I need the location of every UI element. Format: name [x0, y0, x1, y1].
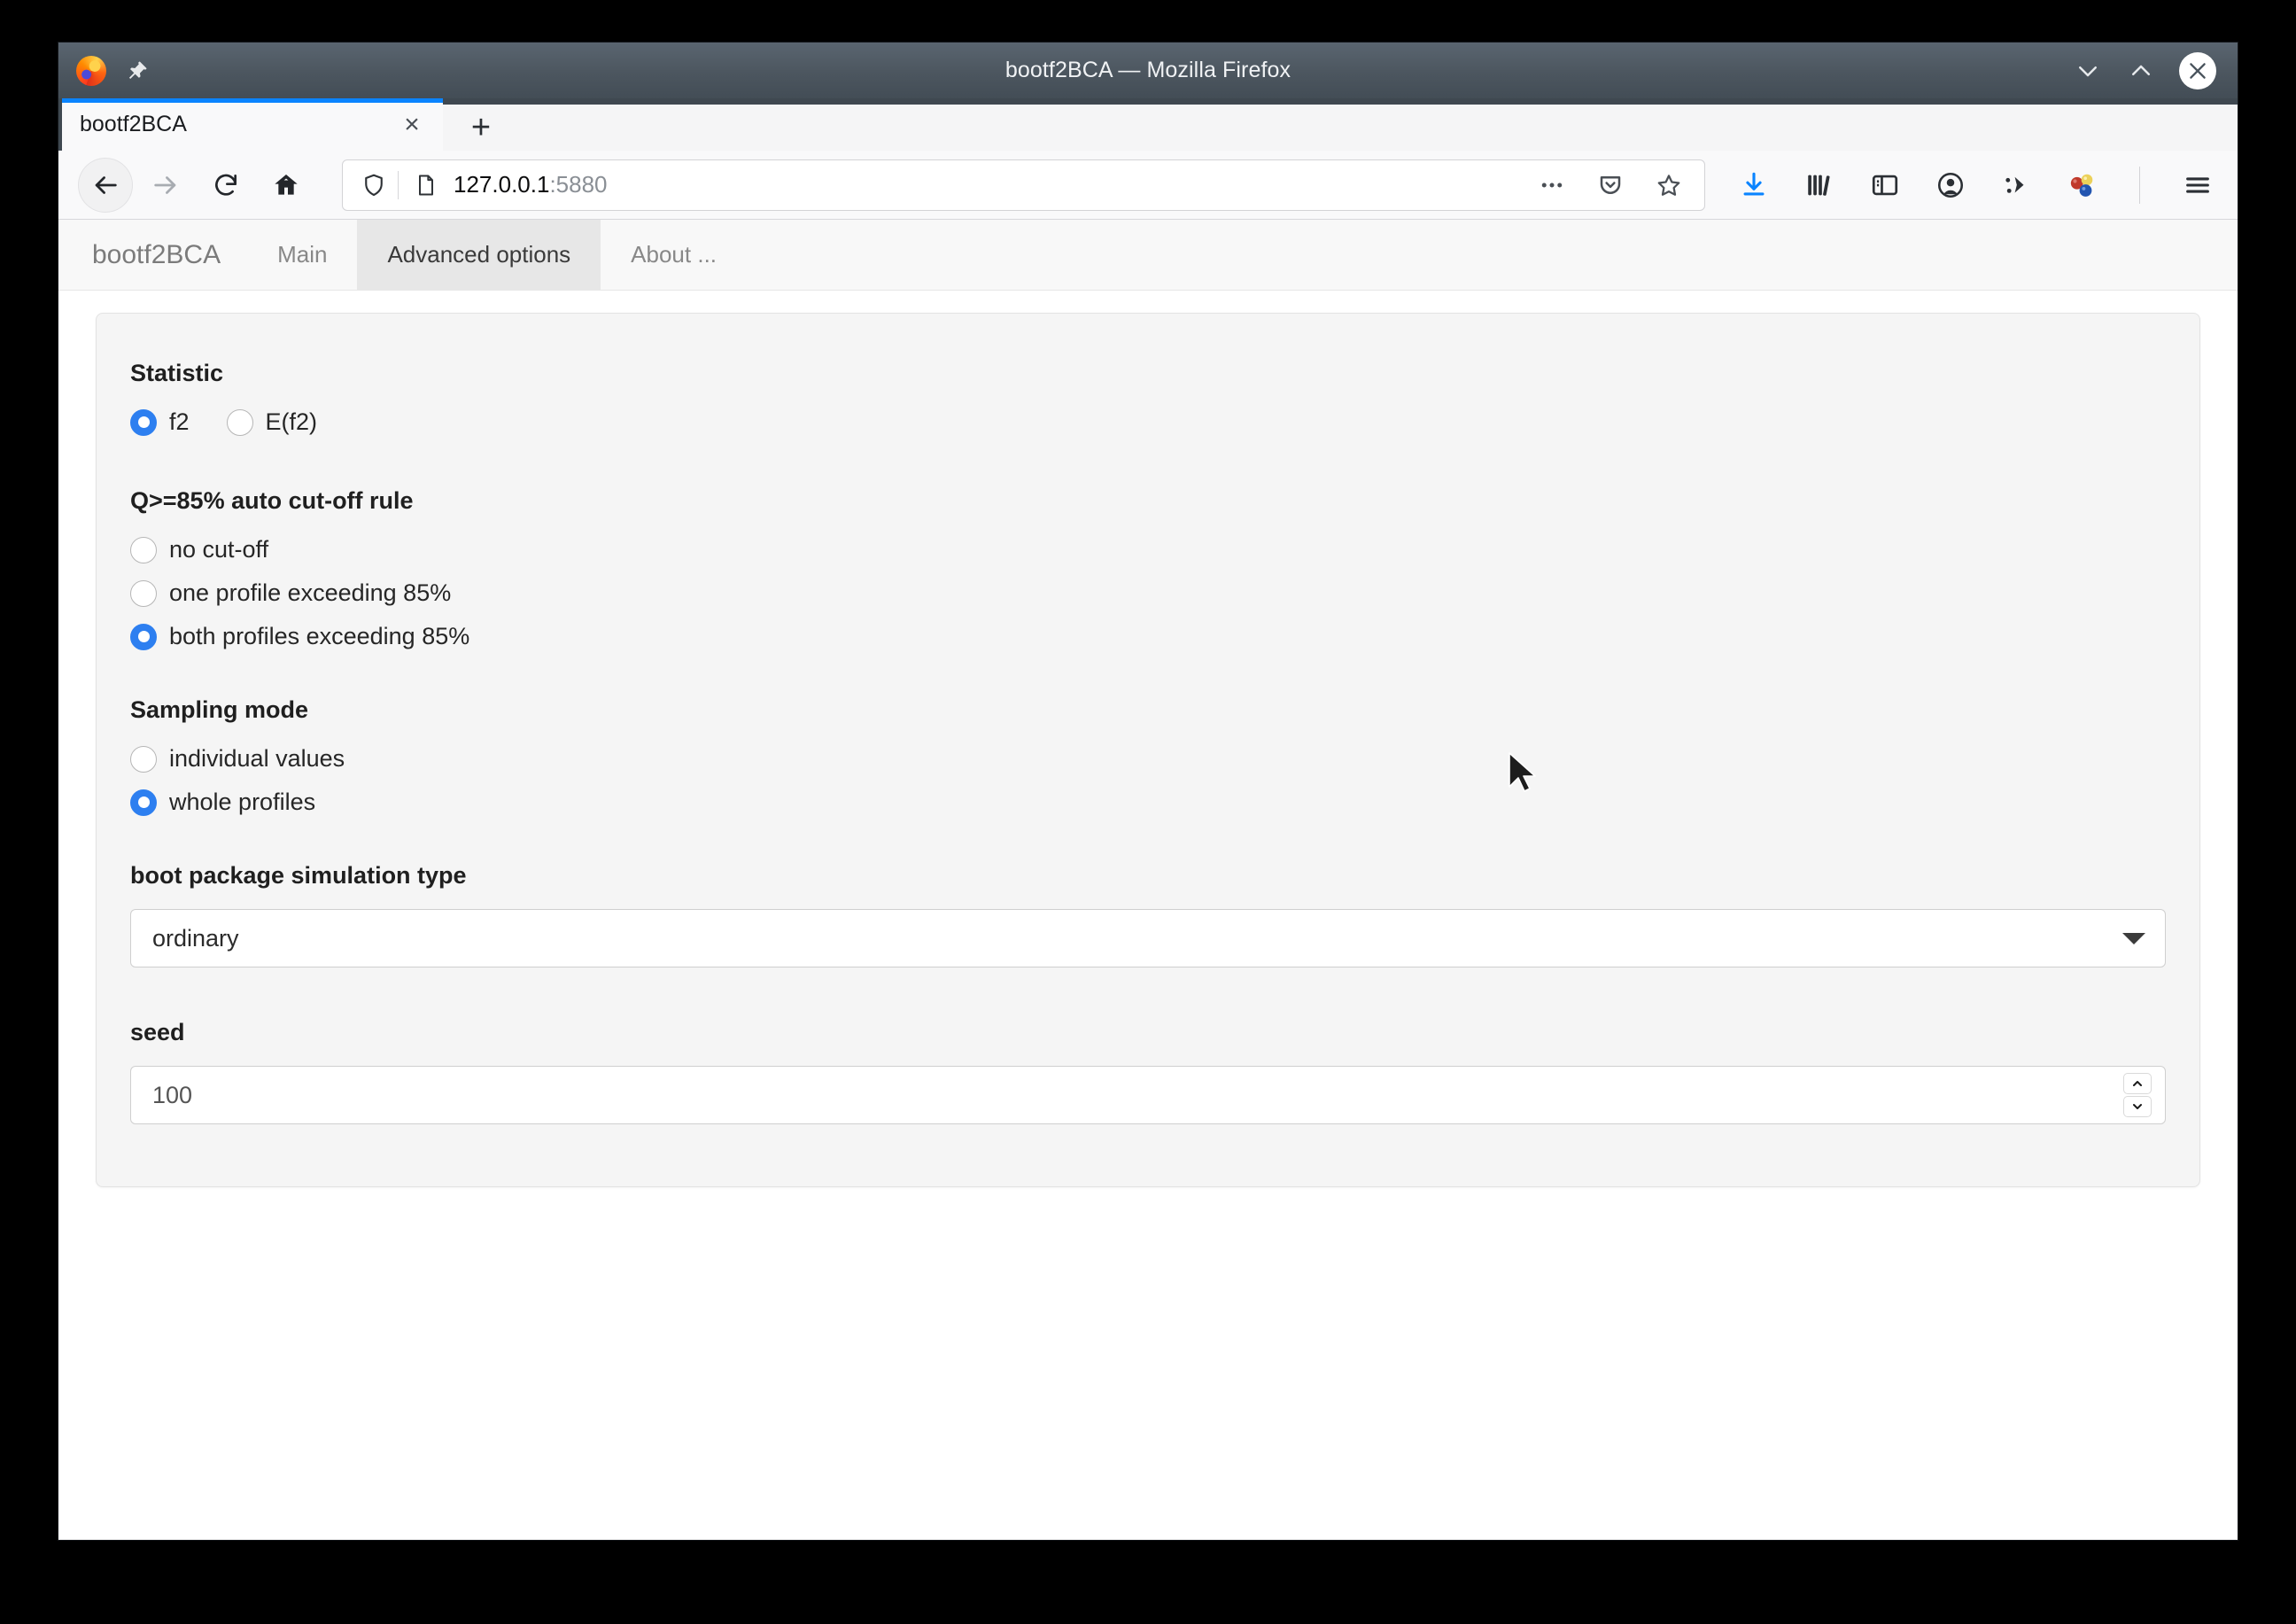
simulation-type-section: boot package simulation type ordinary — [130, 862, 2166, 967]
simulation-type-label: boot package simulation type — [130, 862, 467, 889]
tab-advanced-options[interactable]: Advanced options — [357, 220, 601, 290]
browser-tab-title: bootf2BCA — [80, 112, 187, 136]
home-icon[interactable] — [259, 158, 314, 213]
url-bar[interactable]: 127.0.0.1:5880 — [342, 159, 1705, 211]
tab-strip: bootf2BCA × + — [58, 98, 2238, 151]
statistic-radio-group: f2 E(f2) — [130, 408, 2166, 436]
sampling-mode-heading: Sampling mode — [130, 696, 309, 723]
url-host: 127.0.0.1 — [454, 171, 550, 198]
account-icon[interactable] — [1930, 165, 1971, 206]
cutoff-option-both-profiles[interactable]: both profiles exceeding 85% — [130, 623, 2166, 650]
stepper-up-icon[interactable] — [2123, 1073, 2152, 1094]
simulation-type-select[interactable]: ordinary — [130, 909, 2166, 967]
statistic-heading: Statistic — [130, 360, 224, 386]
downloads-icon[interactable] — [1734, 165, 1774, 206]
browser-toolbar: 127.0.0.1:5880 — [58, 151, 2238, 220]
seed-input[interactable]: 100 — [130, 1066, 2166, 1124]
window-titlebar: bootf2BCA — Mozilla Firefox — [58, 43, 2238, 98]
save-to-pocket-icon[interactable] — [1593, 167, 1628, 203]
library-icon[interactable] — [1799, 165, 1840, 206]
radio-label: f2 — [169, 408, 190, 435]
cutoff-option-one-profile[interactable]: one profile exceeding 85% — [130, 579, 2166, 607]
cutoff-radio-group: no cut-off one profile exceeding 85% bot… — [130, 536, 2166, 650]
sampling-option-individual-values[interactable]: individual values — [130, 745, 2166, 773]
close-button[interactable] — [2179, 51, 2216, 89]
toolbar-divider — [2139, 166, 2140, 204]
forward-arrow-icon[interactable] — [138, 158, 193, 213]
radio-indicator[interactable] — [130, 579, 157, 607]
chevron-down-icon[interactable] — [2122, 932, 2145, 944]
url-text[interactable]: 127.0.0.1:5880 — [441, 171, 1534, 198]
titlebar-left-icons — [58, 55, 149, 86]
radio-indicator[interactable] — [130, 745, 157, 773]
sampling-mode-section: Sampling mode individual values whole pr… — [130, 696, 2166, 816]
simulation-type-value: ordinary — [152, 924, 239, 952]
radio-label: whole profiles — [169, 789, 316, 815]
maximize-button[interactable] — [2126, 56, 2156, 86]
tracking-protection-shield-icon[interactable] — [357, 172, 391, 198]
tab-about[interactable]: About ... — [601, 220, 747, 290]
radio-label: one profile exceeding 85% — [169, 579, 452, 606]
statistic-option-f2[interactable]: f2 — [130, 408, 190, 436]
sidebar-icon[interactable] — [1865, 165, 1905, 206]
seed-value: 100 — [152, 1081, 193, 1108]
radio-indicator[interactable] — [130, 408, 157, 436]
browser-tab[interactable]: bootf2BCA × — [62, 98, 443, 151]
new-tab-button[interactable]: + — [443, 105, 519, 151]
url-port: :5880 — [549, 171, 608, 198]
cutoff-option-none[interactable]: no cut-off — [130, 536, 2166, 563]
radio-indicator[interactable] — [130, 536, 157, 563]
cutoff-heading: Q>=85% auto cut-off rule — [130, 487, 414, 514]
pin-icon[interactable] — [126, 59, 149, 82]
radio-label: individual values — [169, 745, 345, 772]
tab-main[interactable]: Main — [247, 220, 357, 290]
stepper-down-icon[interactable] — [2123, 1096, 2152, 1117]
toolbar-icon-group — [1726, 165, 2218, 206]
minimize-button[interactable] — [2073, 56, 2103, 86]
seed-label: seed — [130, 1019, 185, 1045]
hamburger-menu-icon[interactable] — [2177, 165, 2218, 206]
tab-strip-filler — [519, 105, 2238, 151]
app-brand[interactable]: bootf2BCA — [83, 220, 247, 290]
options-card: Statistic f2 E(f2) Q>=85% auto cut-off r… — [96, 313, 2200, 1187]
radio-label: E(f2) — [265, 408, 318, 435]
statistic-section: Statistic f2 E(f2) — [130, 360, 2166, 436]
cutoff-section: Q>=85% auto cut-off rule no cut-off one … — [130, 487, 2166, 650]
window-controls — [2073, 43, 2216, 98]
app-navbar: bootf2BCA Main Advanced options About ..… — [58, 220, 2238, 291]
radio-label: both profiles exceeding 85% — [169, 623, 470, 649]
radio-indicator[interactable] — [226, 408, 253, 436]
seed-stepper — [2123, 1073, 2156, 1117]
colored-spheres-icon[interactable] — [2061, 165, 2102, 206]
bookmark-star-icon[interactable] — [1651, 167, 1687, 203]
sampling-mode-radio-group: individual values whole profiles — [130, 745, 2166, 816]
page-content: bootf2BCA Main Advanced options About ..… — [58, 220, 2238, 1540]
page-actions-ellipsis-icon[interactable] — [1534, 167, 1570, 203]
radio-label: no cut-off — [169, 536, 269, 563]
page-info-icon[interactable] — [411, 173, 441, 198]
browser-window: bootf2BCA — Mozilla Firefox bootf2BCA × … — [58, 43, 2238, 1540]
radio-indicator[interactable] — [130, 789, 157, 816]
radio-indicator[interactable] — [130, 623, 157, 650]
firefox-logo-icon — [76, 55, 106, 86]
back-arrow-icon[interactable] — [78, 157, 133, 213]
extension-icon[interactable] — [1996, 165, 2036, 206]
tab-close-icon[interactable]: × — [397, 110, 427, 140]
seed-section: seed 100 — [130, 1019, 2166, 1124]
url-actions — [1534, 167, 1692, 203]
reload-icon[interactable] — [198, 158, 253, 213]
statistic-option-ef2[interactable]: E(f2) — [226, 408, 318, 436]
sampling-option-whole-profiles[interactable]: whole profiles — [130, 789, 2166, 816]
window-title: bootf2BCA — Mozilla Firefox — [1004, 58, 1292, 82]
url-divider — [398, 170, 399, 199]
